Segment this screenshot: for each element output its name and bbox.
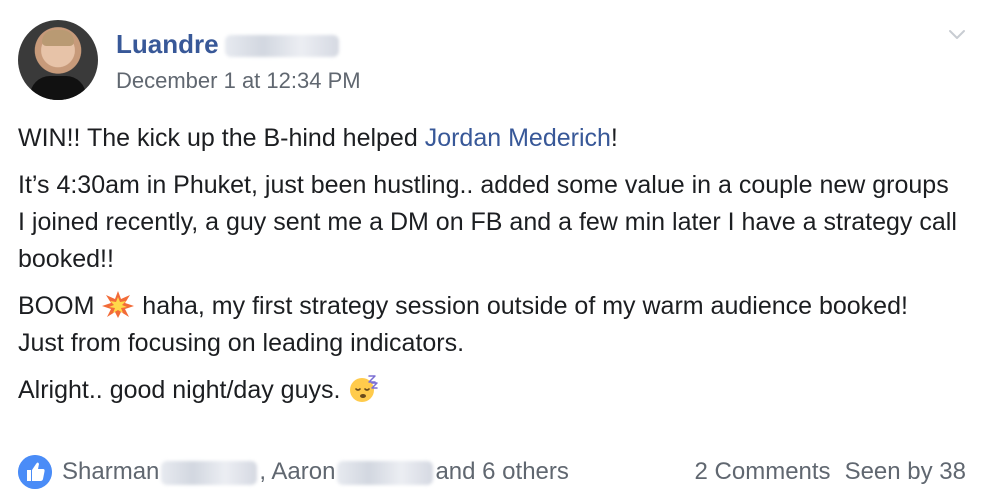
post-paragraph-2: It’s 4:30am in Phuket, just been hustlin…	[18, 171, 957, 273]
avatar-shirt	[30, 76, 86, 100]
like-icon[interactable]	[18, 455, 52, 489]
seen-by-count[interactable]: Seen by 38	[845, 458, 966, 485]
post-line-1-suffix: !	[610, 124, 618, 152]
post-footer: Sharman , Aaron and 6 others 2 Comments See…	[18, 452, 966, 492]
collision-emoji-icon	[102, 291, 135, 318]
avatar[interactable]	[18, 20, 98, 100]
post-paragraph-3-suffix: haha, my first strategy session outside …	[18, 292, 908, 357]
post-paragraph-4: Alright.. good night/day guys.	[18, 372, 958, 409]
post-card: Luandre December 1 at 12:34 PM WIN!! The…	[0, 0, 984, 500]
chevron-down-icon[interactable]	[948, 25, 966, 43]
reactor-separator[interactable]: , Aaron	[259, 458, 335, 485]
reactor-name[interactable]: Sharman	[62, 458, 159, 485]
reactor-others[interactable]: and 6 others	[435, 458, 568, 485]
post-paragraph-4-text: Alright.. good night/day guys.	[18, 376, 348, 404]
blurred-surname	[224, 35, 339, 58]
post-stats: 2 Comments Seen by 38	[681, 452, 966, 492]
mentioned-user-link[interactable]: Jordan Mederich	[425, 124, 611, 152]
comments-count[interactable]: 2 Comments	[695, 458, 831, 485]
author-name[interactable]: Luandre	[116, 28, 339, 60]
avatar-hair	[42, 30, 74, 46]
post-paragraph-1: WIN!! The kick up the B-hind helped Jord…	[18, 120, 958, 157]
post-timestamp[interactable]: December 1 at 12:34 PM	[116, 67, 361, 95]
post-body: WIN!! The kick up the B-hind helped Jord…	[18, 120, 958, 419]
sleeping-face-emoji-icon	[350, 375, 379, 402]
reaction-summary[interactable]: Sharman , Aaron and 6 others	[62, 452, 569, 492]
post-paragraph-3: BOOM haha, my first strategy session out…	[18, 288, 958, 362]
blurred-reactor-surname	[337, 460, 434, 485]
post-line-1-prefix: WIN!! The kick up the B-hind helped	[18, 124, 425, 152]
post-paragraph-3-prefix: BOOM	[18, 292, 102, 320]
blurred-reactor-surname	[161, 460, 258, 485]
author-name-text[interactable]: Luandre	[116, 29, 219, 59]
